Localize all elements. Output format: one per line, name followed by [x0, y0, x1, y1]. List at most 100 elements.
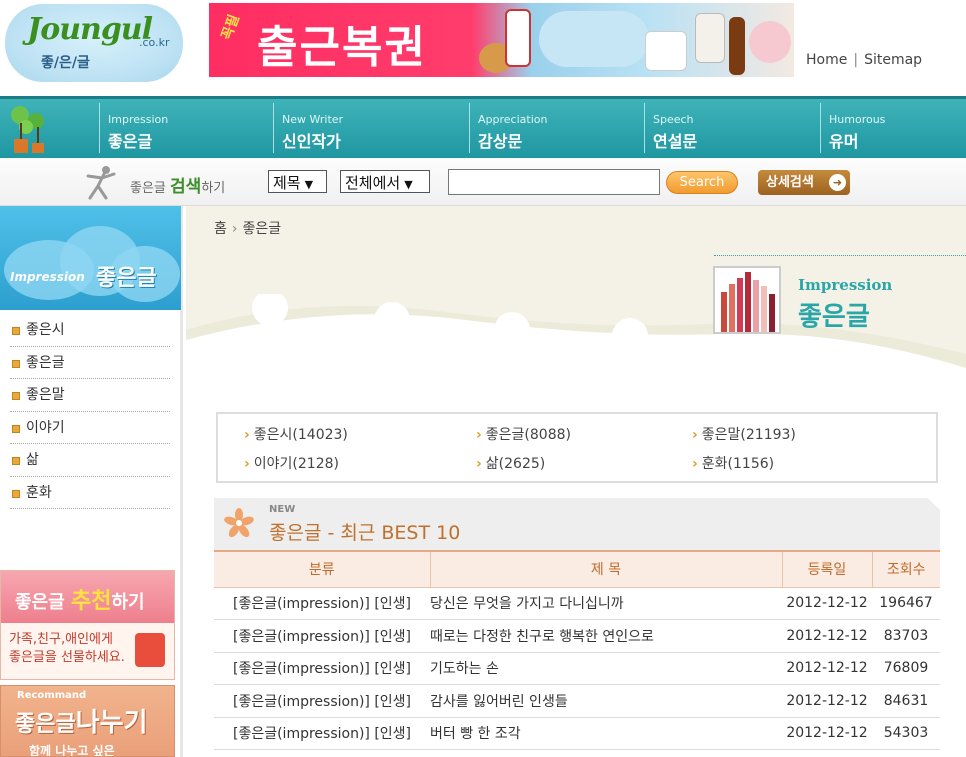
search-title-prefix: 좋은글 [130, 181, 166, 196]
nav-item-impression[interactable]: Impression 좋은글 [99, 103, 168, 153]
sidebar-item-stories[interactable]: 이야기 [10, 412, 170, 444]
logo-domain: .co.kr [139, 36, 170, 49]
row-views: 54303 [872, 717, 940, 750]
recommend-promo-title: 좋은글 추천하기 [15, 583, 145, 615]
column-header-views: 조회수 [871, 550, 940, 588]
row-views: 196467 [872, 587, 940, 620]
site-logo[interactable]: Joungul .co.kr 좋/은/글 [5, 4, 183, 82]
main-nav: Impression 좋은글 New Writer 신인작가 Appreciat… [0, 96, 966, 158]
new-label: NEW [269, 504, 296, 515]
row-title[interactable]: 당신은 무엇을 가지고 다니십니까 [430, 587, 782, 620]
chevron-right-icon: › [476, 456, 482, 472]
row-date: 2012-12-12 [782, 619, 872, 653]
row-views: 76809 [872, 652, 940, 685]
chevron-right-icon: › [244, 427, 250, 443]
recommend-promo[interactable]: 좋은글 추천하기 가족,친구,애인에게 좋은글을 선물하세요. [0, 570, 175, 680]
category-link-poems[interactable]: › 좋은시(14023) [244, 424, 348, 444]
category-box: › 좋은시(14023) › 좋은글(8088) › 좋은말(21193) › 이야기(… [216, 412, 938, 483]
banner-bottle-image [729, 17, 745, 75]
share-promo-sub: 함께 나누고 싶은 [29, 744, 115, 757]
table-row: [좋은글(impression)] [인생] 때로는 다정한 친구로 행복한 연… [214, 619, 940, 653]
table-row: [좋은글(impression)] [인생] 당신은 무엇을 가지고 다니십니까… [214, 587, 940, 620]
promo-line: 가족,친구,애인에게 [9, 632, 113, 647]
row-date: 2012-12-12 [782, 684, 872, 718]
sidebar-item-lessons[interactable]: 훈화 [10, 477, 170, 509]
sidebar-header-en: Impression [10, 270, 85, 284]
search-field-select[interactable]: 제목 ▼ [268, 170, 327, 193]
pencil-mark [721, 292, 727, 332]
table-row: [좋은글(impression)] [인생] 버터 빵 한 조각 2012-12… [214, 717, 940, 750]
nav-item-appreciation[interactable]: Appreciation 감상문 [469, 103, 547, 153]
colored-pencils-image [713, 266, 781, 334]
sidebar-item-life[interactable]: 삶 [10, 444, 170, 477]
bullet-icon [12, 392, 20, 400]
search-scope-value: 전체에서 [345, 174, 401, 192]
sidebar-item-label: 좋은말 [26, 387, 65, 403]
search-bar: 좋은글 검색하기 제목 ▼ 전체에서 ▼ Search 상세검색 ➜ [0, 158, 966, 206]
share-promo[interactable]: Recommand 좋은글나누기 함께 나누고 싶은 [0, 685, 175, 757]
row-category[interactable]: [좋은글(impression)] [인생] [214, 717, 430, 750]
bullet-icon [12, 489, 20, 498]
sidebar-item-poems[interactable]: 좋은시 [10, 314, 170, 347]
nav-item-ko: 연설문 [653, 132, 698, 151]
row-category[interactable]: [좋은글(impression)] [인생] [214, 652, 430, 685]
nav-item-ko: 신인작가 [282, 132, 341, 151]
link-separator: | [853, 52, 859, 68]
category-label: 좋은말(21193) [701, 427, 796, 443]
search-button[interactable]: Search [666, 171, 738, 194]
pencil-mark [761, 286, 767, 332]
row-category[interactable]: [좋은글(impression)] [인생] [214, 684, 430, 718]
flower-icon [224, 508, 254, 538]
row-title[interactable]: 기도하는 손 [430, 652, 782, 685]
nav-item-en: New Writer [282, 113, 344, 126]
sidebar-item-sayings[interactable]: 좋은말 [10, 379, 170, 412]
pencil-mark [729, 284, 735, 332]
row-category[interactable]: [좋은글(impression)] [인생] [214, 619, 430, 653]
ad-banner[interactable]: 꼭필 출근복권 [209, 3, 794, 77]
advanced-search-button[interactable]: 상세검색 ➜ [758, 170, 850, 195]
category-link-sayings[interactable]: › 좋은말(21193) [692, 424, 796, 444]
category-label: 좋은시(14023) [253, 427, 348, 443]
row-title[interactable]: 버터 빵 한 조각 [430, 717, 782, 750]
breadcrumb-home[interactable]: 홈 [214, 221, 227, 237]
search-scope-select[interactable]: 전체에서 ▼ [340, 170, 430, 193]
category-link-lessons[interactable]: › 훈화(1156) [692, 453, 774, 473]
site-header: Joungul .co.kr 좋/은/글 꼭필 출근복권 Home | Sitema… [0, 0, 966, 96]
banner-headline: 출근복권 [257, 22, 427, 73]
advanced-search-label: 상세검색 [766, 175, 814, 190]
nav-item-speech[interactable]: Speech 연설문 [644, 103, 697, 153]
column-header-category: 분류 [214, 550, 430, 588]
category-link-life[interactable]: › 삶(2625) [476, 453, 545, 473]
search-title-suffix: 하기 [201, 181, 226, 196]
chevron-right-icon: › [244, 456, 250, 472]
nav-item-humorous[interactable]: Humorous 유머 [820, 103, 885, 153]
category-link-writings[interactable]: › 좋은글(8088) [476, 424, 571, 444]
chevron-down-icon: ▼ [304, 178, 314, 191]
logo-wordmark: Joungul [27, 12, 153, 47]
sidebar-header-ko: 좋은글 [96, 266, 157, 291]
promo-title-part: 좋은글 [15, 712, 76, 737]
share-promo-en: Recommand [17, 690, 87, 701]
category-link-stories[interactable]: › 이야기(2128) [244, 453, 339, 473]
page-hero: 홈 › 좋은글 Impression 좋은글 [186, 206, 966, 398]
sidebar-item-label: 삶 [26, 452, 39, 468]
nav-item-new-writer[interactable]: New Writer 신인작가 [273, 103, 343, 153]
search-input[interactable] [448, 169, 660, 195]
main-content: 홈 › 좋은글 Impression 좋은글 › 좋은시(14023) › 좋은글(80… [186, 206, 966, 757]
row-title[interactable]: 때로는 다정한 친구로 행복한 연인으로 [430, 619, 782, 653]
banner-coffee-image [505, 9, 531, 67]
pencil-mark [745, 272, 751, 332]
row-category[interactable]: [좋은글(impression)] [인생] [214, 587, 430, 620]
table-row: [좋은글(impression)] [인생] 기도하는 손 2012-12-12… [214, 652, 940, 685]
row-views: 84631 [872, 684, 940, 718]
hero-title-en: Impression [798, 276, 893, 294]
row-title[interactable]: 감사를 잃어버린 인생들 [430, 684, 782, 718]
bullet-icon [12, 327, 20, 335]
sitemap-link[interactable]: Sitemap [864, 52, 922, 68]
sidebar-item-writings[interactable]: 좋은글 [10, 347, 170, 379]
home-link[interactable]: Home [806, 52, 847, 68]
searching-person-icon [86, 166, 116, 200]
banner-mug-image [645, 31, 687, 71]
row-date: 2012-12-12 [782, 717, 872, 750]
sidebar-item-label: 좋은글 [26, 354, 65, 371]
